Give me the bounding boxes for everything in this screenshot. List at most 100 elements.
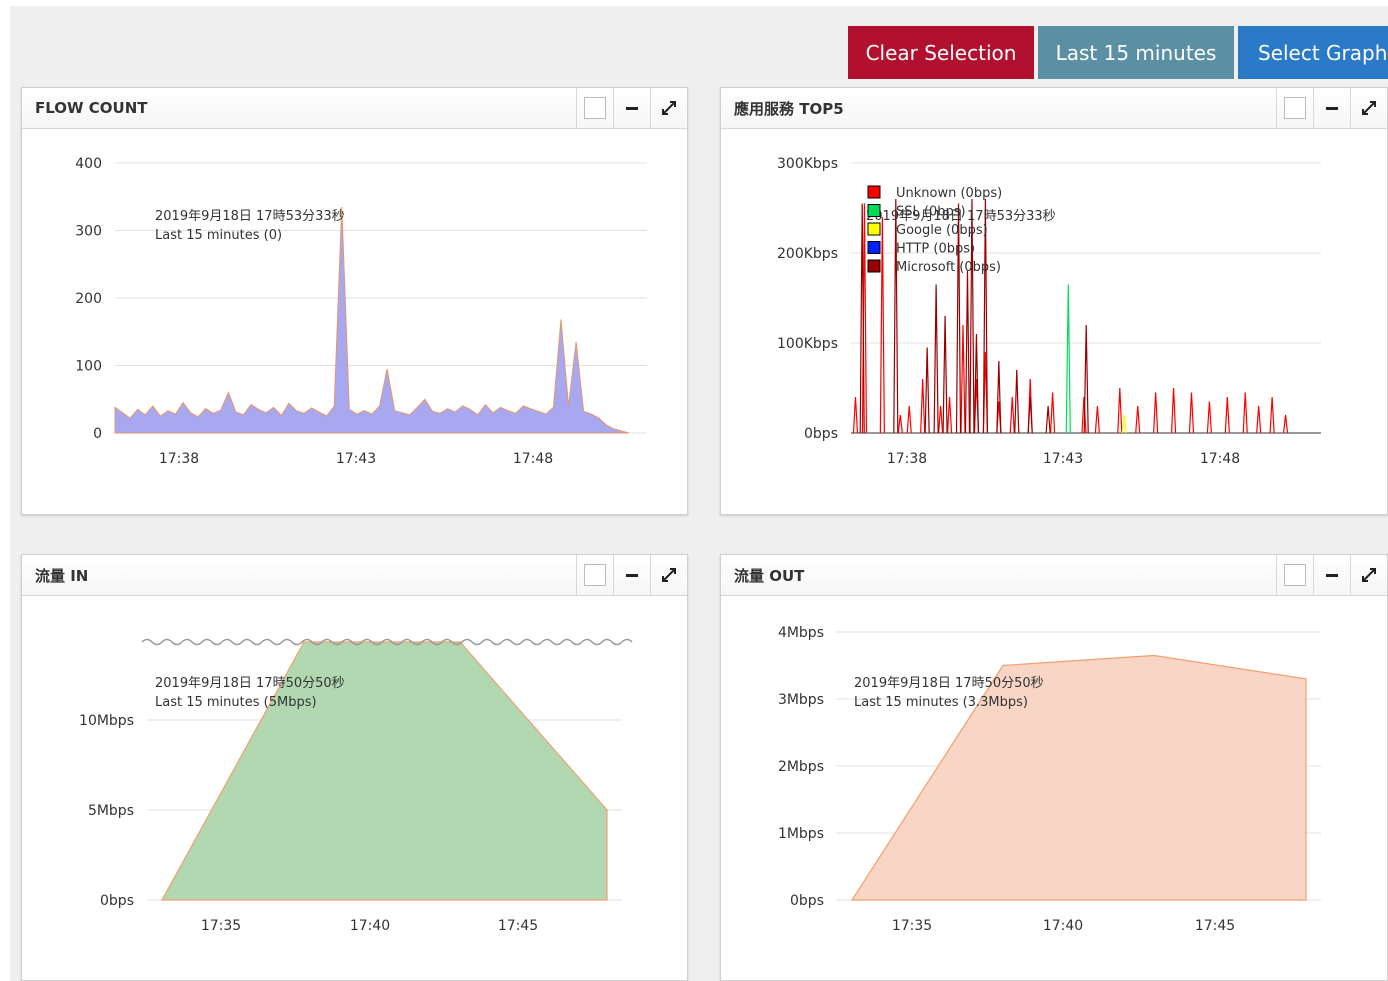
y-tick-label: 200Kbps xyxy=(777,246,838,262)
time-range-button[interactable]: Last 15 minutes xyxy=(1038,26,1234,79)
y-tick-label: 0bps xyxy=(100,893,134,909)
x-tick-label: 17:43 xyxy=(336,451,376,467)
y-tick-label: 4Mbps xyxy=(778,625,824,641)
expand-button[interactable] xyxy=(1350,88,1387,128)
expand-icon xyxy=(662,101,676,115)
x-tick-label: 17:45 xyxy=(1195,918,1235,934)
series-spike xyxy=(964,270,971,434)
traffic-out-area xyxy=(850,654,1307,901)
series-spike xyxy=(1153,392,1159,434)
x-tick-label: 17:38 xyxy=(887,451,927,467)
traffic-in-chart[interactable]: 10Mbps 5Mbps 0bps 17:35 17:40 17:45 2019年9月1… xyxy=(22,596,687,981)
series-spike xyxy=(996,360,1002,434)
checkbox-icon xyxy=(584,97,606,119)
series-spike xyxy=(920,378,926,434)
series-spike xyxy=(1242,392,1248,434)
traffic-out-chart[interactable]: 4Mbps 3Mbps 2Mbps 1Mbps 0bps 17:35 17:40 17:45… xyxy=(721,596,1387,981)
series-spike xyxy=(1094,405,1100,434)
legend-swatch xyxy=(867,222,881,236)
select-graph-button[interactable]: Select Graph xyxy=(1238,26,1388,79)
tooltip-value: Last 15 minutes (5Mbps) xyxy=(155,695,317,710)
series-spike xyxy=(1014,369,1020,434)
series-spike xyxy=(1121,414,1127,434)
expand-icon xyxy=(1362,101,1376,115)
panel-header: FLOW COUNT xyxy=(22,88,687,129)
minimize-button[interactable] xyxy=(613,88,650,128)
y-tick-label: 400 xyxy=(75,156,102,172)
select-checkbox[interactable] xyxy=(576,88,613,128)
x-tick-label: 17:43 xyxy=(1043,451,1083,467)
series-spike xyxy=(1083,324,1089,434)
select-checkbox[interactable] xyxy=(1276,88,1313,128)
top-toolbar: Clear Selection Last 15 minutes Select G… xyxy=(848,26,1388,79)
series-spike xyxy=(1224,396,1230,434)
x-tick-label: 17:35 xyxy=(201,918,241,934)
series-spike xyxy=(924,347,930,434)
expand-button[interactable] xyxy=(1350,555,1387,595)
minimize-button[interactable] xyxy=(613,555,650,595)
legend-label: SSL (0bps) xyxy=(896,205,966,220)
legend-swatch xyxy=(867,241,881,254)
series-spike xyxy=(897,414,903,434)
y-tick-label: 1Mbps xyxy=(778,826,824,842)
expand-button[interactable] xyxy=(650,555,687,595)
x-tick-label: 17:40 xyxy=(1043,918,1083,934)
minimize-button[interactable] xyxy=(1313,555,1350,595)
y-tick-label: 200 xyxy=(75,291,102,307)
clear-selection-button[interactable]: Clear Selection xyxy=(848,26,1034,79)
y-tick-label: 2Mbps xyxy=(778,759,824,775)
panel-title: 流量 OUT xyxy=(734,566,805,585)
series-spike xyxy=(1269,396,1275,434)
panel-header: 流量 OUT xyxy=(721,555,1387,596)
expand-icon xyxy=(1362,568,1376,582)
series-spike xyxy=(960,324,966,434)
series-spike xyxy=(942,315,948,434)
select-checkbox[interactable] xyxy=(1276,555,1313,595)
checkbox-icon xyxy=(1284,564,1306,586)
series-spike xyxy=(946,396,953,434)
series-spike xyxy=(1009,396,1015,434)
x-tick-label: 17:48 xyxy=(513,451,553,467)
traffic-out-panel: 流量 OUT 4Mbps 3Mbps 2Mbps 1Mbps 0bps 17:35 17:… xyxy=(720,554,1388,981)
legend-swatch xyxy=(867,204,881,217)
app-top5-chart[interactable]: 300Kbps 200Kbps 100Kbps 0bps 17:38 17:43 17:4… xyxy=(721,129,1387,515)
series-spike xyxy=(1065,284,1071,434)
legend-label: Google (0bps) xyxy=(896,223,988,238)
series-spike xyxy=(1188,392,1195,434)
panel-header: 流量 IN xyxy=(22,555,687,596)
select-checkbox[interactable] xyxy=(576,555,613,595)
legend-swatch xyxy=(867,259,881,273)
flow-count-chart[interactable]: 400 300 200 100 0 17:38 17:43 17:48 2019年9月18日… xyxy=(22,129,687,515)
tooltip-time: 2019年9月18日 17時53分33秒 xyxy=(155,209,345,224)
y-tick-label: 5Mbps xyxy=(88,803,134,819)
y-tick-label: 300Kbps xyxy=(777,156,838,172)
series-spike xyxy=(879,216,885,434)
minus-icon xyxy=(1326,106,1338,110)
series-spike xyxy=(1256,405,1262,434)
series-spike xyxy=(938,405,944,434)
x-tick-label: 17:35 xyxy=(892,918,932,934)
legend-label: Unknown (0bps) xyxy=(896,186,1002,201)
minus-icon xyxy=(626,573,638,577)
series-spike xyxy=(1206,401,1212,434)
series-spike xyxy=(1282,414,1289,434)
x-tick-label: 17:40 xyxy=(350,918,390,934)
y-tick-label: 0bps xyxy=(804,426,838,442)
series-spike xyxy=(1050,392,1056,434)
y-tick-label: 3Mbps xyxy=(778,692,824,708)
series-spike xyxy=(1045,405,1051,434)
legend-label: HTTP (0bps) xyxy=(896,242,975,257)
minimize-button[interactable] xyxy=(1313,88,1350,128)
legend-label: Microsoft (0bps) xyxy=(896,260,1001,275)
tooltip-time: 2019年9月18日 17時50分50秒 xyxy=(155,676,345,691)
tooltip-value: Last 15 minutes (0) xyxy=(155,228,282,243)
series-spike xyxy=(1170,387,1177,434)
flow-count-panel: FLOW COUNT 400 300 200 100 0 17:38 17:43 17:48… xyxy=(21,87,688,515)
app-top5-panel: 應用服務 TOP5 300Kbps 200Kbps 100Kbps 0bps 17:3… xyxy=(720,87,1388,515)
y-tick-label: 300 xyxy=(75,224,102,240)
series-spike xyxy=(852,396,859,434)
x-tick-label: 17:45 xyxy=(498,918,538,934)
expand-button[interactable] xyxy=(650,88,687,128)
series-spike xyxy=(1135,405,1141,434)
checkbox-icon xyxy=(584,564,606,586)
